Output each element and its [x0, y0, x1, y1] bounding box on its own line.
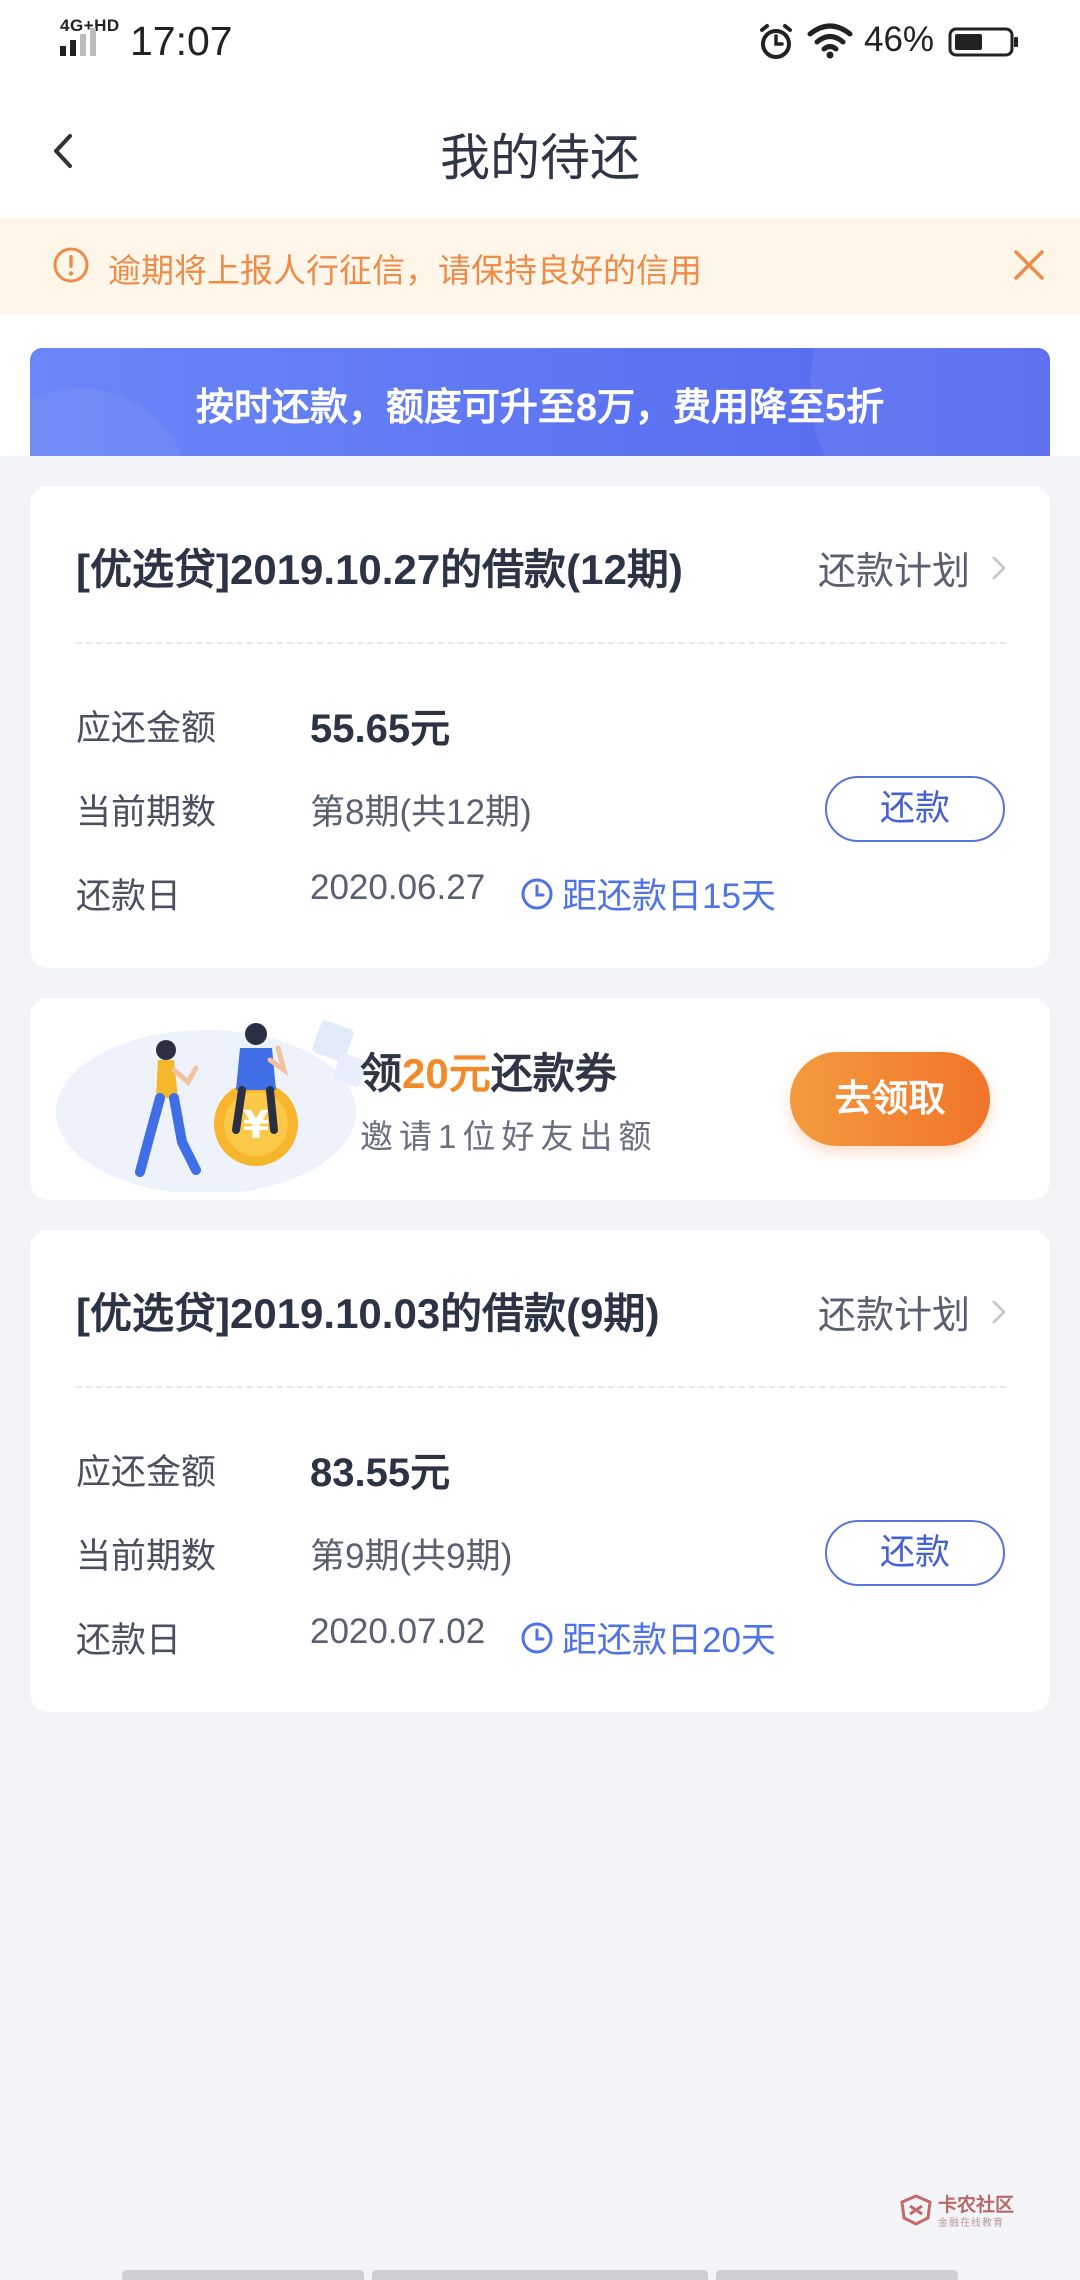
- repay-button[interactable]: 还款: [825, 1520, 1005, 1586]
- nav-header: 我的待还: [0, 84, 1080, 218]
- battery-icon: [948, 27, 1018, 57]
- status-bar: 4G+HD 17:07 46%: [0, 0, 1080, 84]
- watermark-tagline: 金融在线教育: [938, 2218, 1004, 2229]
- due-date: 2020.06.27: [310, 868, 486, 907]
- due-date: 2020.07.02: [310, 1612, 486, 1651]
- overdue-notice-bar: 逾期将上报人行征信，请保持良好的信用: [0, 218, 1080, 314]
- gesture-bar: [716, 2270, 958, 2280]
- loan-title: [优选贷]2019.10.27的借款(12期): [76, 546, 683, 593]
- repay-button[interactable]: 还款: [825, 776, 1005, 842]
- invite-title-prefix: 领: [360, 1050, 403, 1097]
- loan-title: [优选贷]2019.10.03的借款(9期): [76, 1290, 660, 1337]
- repayment-plan-link[interactable]: 还款计划: [818, 540, 1010, 595]
- close-icon[interactable]: [1010, 246, 1048, 284]
- notice-text: 逾期将上报人行征信，请保持良好的信用: [108, 252, 702, 289]
- invite-title-highlight: 20元: [402, 1050, 491, 1097]
- chevron-right-icon: [992, 1300, 1006, 1323]
- battery-percent: 46%: [864, 20, 935, 59]
- plan-label: 还款计划: [817, 1295, 970, 1337]
- period-label: 当前期数: [76, 793, 217, 832]
- due-label: 还款日: [76, 877, 182, 916]
- alarm-icon: [760, 24, 792, 59]
- watermark-name: 卡农社区: [938, 2195, 1015, 2216]
- loan-card: [优选贷]2019.10.27的借款(12期) 还款计划 应还金额 55.65元…: [30, 486, 1050, 968]
- plan-label: 还款计划: [817, 551, 970, 593]
- promo-banner[interactable]: 按时还款，额度可升至8万，费用降至5折: [30, 348, 1050, 456]
- amount-label: 应还金额: [76, 1453, 217, 1492]
- amount-value: 55.65元: [310, 707, 451, 751]
- loan-card: [优选贷]2019.10.03的借款(9期) 还款计划 应还金额 83.55元 …: [30, 1230, 1050, 1712]
- page-title: 我的待还: [440, 130, 640, 186]
- watermark-icon: [900, 2194, 932, 2226]
- clock-time: 17:07: [130, 18, 233, 64]
- due-countdown: 距还款日20天: [520, 1612, 776, 1663]
- due-hint-text: 距还款日15天: [562, 877, 776, 916]
- svg-text:¥: ¥: [243, 1103, 269, 1147]
- due-countdown: 距还款日15天: [520, 868, 776, 919]
- due-label: 还款日: [76, 1621, 182, 1660]
- divider: [76, 1386, 1006, 1388]
- gesture-bar: [122, 2270, 364, 2280]
- amount-label: 应还金额: [76, 709, 217, 748]
- invite-subtitle: 邀请1位好友出额: [360, 1118, 658, 1155]
- repayment-plan-link[interactable]: 还款计划: [818, 1284, 1010, 1339]
- invite-title: 领20元还款券: [360, 1040, 617, 1101]
- due-hint-text: 距还款日20天: [562, 1621, 776, 1660]
- wifi-icon: [807, 23, 853, 59]
- period-value: 第8期(共12期): [310, 793, 532, 832]
- divider: [76, 642, 1006, 644]
- clock-icon: [521, 878, 553, 909]
- gesture-bar: [372, 2270, 708, 2280]
- period-label: 当前期数: [76, 1537, 217, 1576]
- watermark-logo: 卡农社区 金融在线教育: [898, 2188, 1028, 2232]
- chevron-right-icon: [992, 556, 1006, 579]
- signal-icon: [60, 28, 96, 56]
- invite-title-suffix: 还款券: [490, 1050, 617, 1097]
- claim-coupon-button[interactable]: 去领取: [790, 1052, 990, 1146]
- invite-coupon-card: ¥ 领20元还款券 邀请1位好友出额 去领取: [30, 998, 1050, 1200]
- promo-text: 按时还款，额度可升至8万，费用降至5折: [195, 387, 885, 429]
- amount-value: 83.55元: [310, 1451, 451, 1495]
- warning-icon: [53, 247, 89, 283]
- clock-icon: [521, 1622, 553, 1653]
- invite-illustration: ¥: [56, 1020, 367, 1192]
- period-value: 第9期(共9期): [310, 1537, 513, 1576]
